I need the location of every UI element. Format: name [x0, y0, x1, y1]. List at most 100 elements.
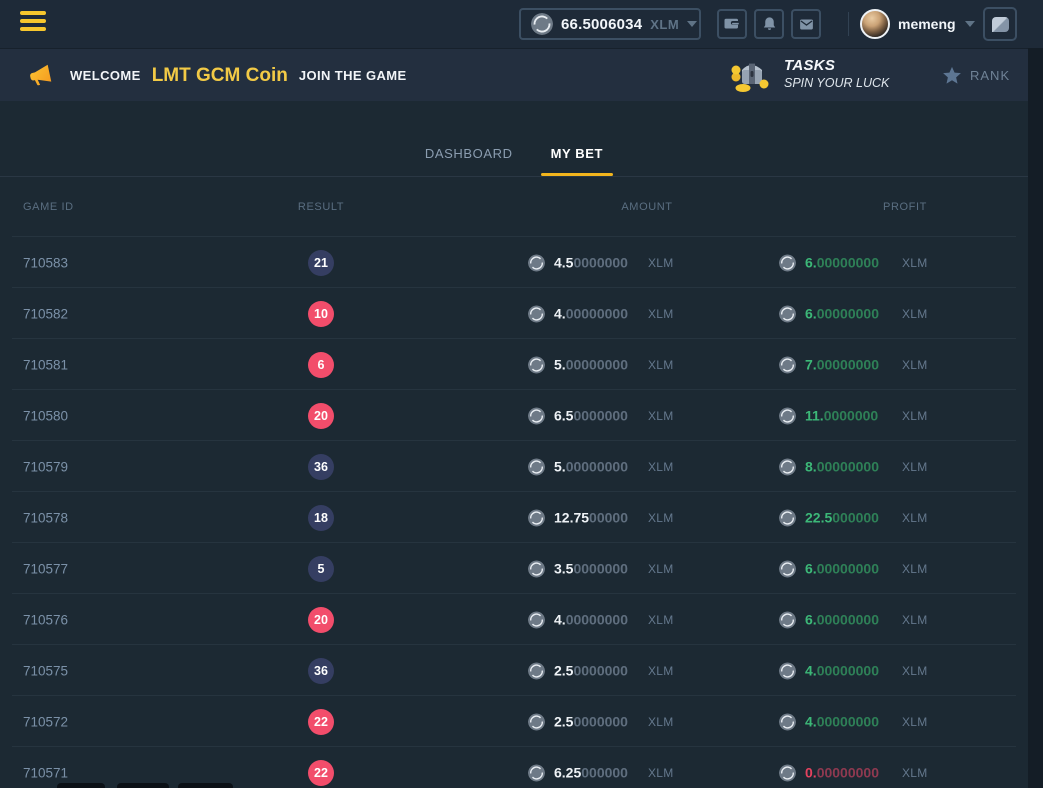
result-badge: 6 — [308, 352, 334, 378]
game-id: 710579 — [23, 459, 68, 474]
result-badge: 21 — [308, 250, 334, 276]
profit-currency: XLM — [902, 562, 928, 576]
main-content: DASHBOARD MY BET GAME ID RESULT AMOUNT P… — [0, 101, 1028, 788]
table-header-row: GAME ID RESULT AMOUNT PROFIT — [0, 177, 1028, 237]
profit-currency: XLM — [902, 511, 928, 525]
tab-my-bet[interactable]: MY BET — [541, 146, 613, 176]
balance-selector[interactable]: 66.5006034 XLM — [519, 8, 701, 40]
user-menu[interactable]: memeng — [898, 0, 975, 48]
username: memeng — [898, 16, 956, 32]
chevron-down-icon — [687, 21, 697, 27]
table-body: 710583 21 4.50000000 XLM 6.00000000 — [0, 237, 1028, 788]
welcome-prefix: WELCOME — [70, 68, 141, 83]
table-row[interactable]: 710572 22 2.50000000 XLM 4.00000000 — [0, 696, 1028, 747]
result-badge: 18 — [308, 505, 334, 531]
game-id: 710580 — [23, 408, 68, 423]
amount-currency: XLM — [648, 460, 674, 474]
result-badge: 22 — [308, 760, 334, 786]
table-row[interactable]: 710582 10 4.00000000 XLM 6.00000000 — [0, 288, 1028, 339]
navbar-divider — [848, 12, 849, 36]
profit-currency: XLM — [902, 256, 928, 270]
profit-currency: XLM — [902, 664, 928, 678]
profit-currency: XLM — [902, 460, 928, 474]
footer-chip[interactable] — [57, 783, 105, 788]
welcome-message: WELCOME LMT GCM Coin JOIN THE GAME — [70, 49, 407, 102]
result-badge: 20 — [308, 403, 334, 429]
header-profit: PROFIT — [883, 201, 927, 213]
bet-amount: 5.00000000 — [528, 458, 628, 475]
xlm-coin-icon — [528, 458, 545, 475]
game-id: 710583 — [23, 255, 68, 270]
xlm-coin-icon — [779, 509, 796, 526]
balance-currency: XLM — [650, 17, 679, 32]
xlm-coin-icon — [528, 713, 545, 730]
table-row[interactable]: 710583 21 4.50000000 XLM 6.00000000 — [0, 237, 1028, 288]
xlm-coin-icon — [779, 611, 796, 628]
table-row[interactable]: 710575 36 2.50000000 XLM 4.00000000 — [0, 645, 1028, 696]
table-row[interactable]: 710577 5 3.50000000 XLM 6.00000000 — [0, 543, 1028, 594]
tab-bar: DASHBOARD MY BET — [0, 101, 1028, 177]
amount-currency: XLM — [648, 511, 674, 525]
balance-value: 66.5006034 — [561, 16, 642, 33]
bet-amount: 5.00000000 — [528, 356, 628, 373]
table-row[interactable]: 710580 20 6.50000000 XLM 11.0000000 — [0, 390, 1028, 441]
tab-dashboard[interactable]: DASHBOARD — [415, 146, 523, 176]
footer-chip[interactable] — [178, 783, 233, 788]
notifications-button[interactable] — [754, 9, 784, 39]
bet-amount: 3.50000000 — [528, 560, 628, 577]
wallet-button[interactable] — [717, 9, 747, 39]
xlm-coin-icon — [528, 356, 545, 373]
xlm-coin-icon — [528, 254, 545, 271]
amount-currency: XLM — [648, 766, 674, 780]
table-row[interactable]: 710578 18 12.7500000 XLM 22.5000000 — [0, 492, 1028, 543]
announcement-banner: WELCOME LMT GCM Coin JOIN THE GAME TASKS… — [0, 48, 1028, 101]
bet-amount: 4.50000000 — [528, 254, 628, 271]
messages-button[interactable] — [791, 9, 821, 39]
tasks-shortcut[interactable]: TASKS SPIN YOUR LUCK — [728, 55, 889, 93]
xlm-coin-icon — [779, 662, 796, 679]
xlm-coin-icon — [528, 305, 545, 322]
bet-profit: 11.0000000 — [779, 407, 878, 424]
my-bet-table: GAME ID RESULT AMOUNT PROFIT 710583 21 4… — [0, 177, 1028, 788]
game-id: 710576 — [23, 612, 68, 627]
table-row[interactable]: 710576 20 4.00000000 XLM 6.00000000 — [0, 594, 1028, 645]
chat-button[interactable] — [983, 7, 1017, 41]
amount-currency: XLM — [648, 715, 674, 729]
result-badge: 5 — [308, 556, 334, 582]
footer-chip[interactable] — [117, 783, 169, 788]
result-badge: 36 — [308, 658, 334, 684]
user-avatar[interactable] — [860, 9, 890, 39]
header-game-id: GAME ID — [23, 201, 74, 213]
table-row[interactable]: 710579 36 5.00000000 XLM 8.00000000 — [0, 441, 1028, 492]
wallet-icon — [723, 15, 741, 33]
tasks-subtitle: SPIN YOUR LUCK — [784, 76, 889, 92]
amount-currency: XLM — [648, 409, 674, 423]
game-id: 710578 — [23, 510, 68, 525]
header-result: RESULT — [298, 201, 344, 213]
chevron-down-icon — [965, 21, 975, 27]
xlm-coin-icon — [531, 13, 553, 35]
bet-profit: 6.00000000 — [779, 305, 879, 322]
rank-shortcut[interactable]: RANK — [941, 49, 1010, 102]
profit-currency: XLM — [902, 358, 928, 372]
result-badge: 10 — [308, 301, 334, 327]
bet-profit: 7.00000000 — [779, 356, 879, 373]
table-row[interactable]: 710571 22 6.25000000 XLM 0.00000000 — [0, 747, 1028, 788]
bet-profit: 6.00000000 — [779, 611, 879, 628]
result-badge: 22 — [308, 709, 334, 735]
game-id: 710581 — [23, 357, 68, 372]
menu-hamburger-icon[interactable] — [20, 11, 46, 37]
profit-currency: XLM — [902, 613, 928, 627]
amount-currency: XLM — [648, 664, 674, 678]
result-badge: 20 — [308, 607, 334, 633]
coin-name: LMT GCM Coin — [152, 65, 288, 87]
chat-icon — [992, 17, 1009, 32]
amount-currency: XLM — [648, 256, 674, 270]
top-navbar: 66.5006034 XLM memeng — [0, 0, 1043, 48]
xlm-coin-icon — [528, 407, 545, 424]
table-row[interactable]: 710581 6 5.00000000 XLM 7.00000000 — [0, 339, 1028, 390]
game-id: 710571 — [23, 765, 68, 780]
bet-amount: 6.25000000 — [528, 764, 628, 781]
header-amount: AMOUNT — [621, 201, 672, 213]
game-id: 710582 — [23, 306, 68, 321]
